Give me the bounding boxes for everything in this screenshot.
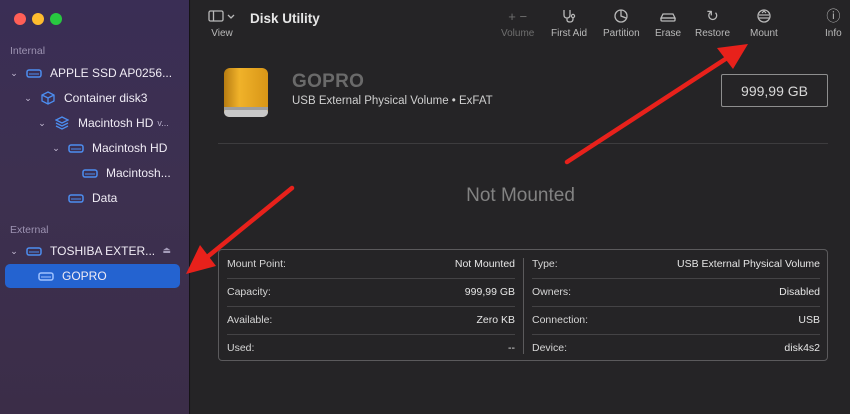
info-row-connection: Connection: USB xyxy=(532,306,820,334)
volume-subtitle: USB External Physical Volume • ExFAT xyxy=(292,95,493,107)
restore-icon: ↻ xyxy=(706,8,719,25)
chevron-down-icon[interactable]: ⌄ xyxy=(36,118,48,129)
sidebar-item-label: Macintosh... xyxy=(106,166,171,180)
sidebar-item-extra: v... xyxy=(157,118,169,128)
sidebar: Internal ⌄ APPLE SSD AP0256... ⌄ Contain… xyxy=(0,0,190,414)
volume-group-icon xyxy=(54,116,70,130)
restore-label: Restore xyxy=(695,28,731,39)
volume-name: GOPRO xyxy=(292,71,365,92)
container-icon xyxy=(40,91,56,105)
volume-info-table: Mount Point: Not Mounted Capacity: 999,9… xyxy=(218,249,828,361)
info-row-device: Device: disk4s2 xyxy=(532,334,820,362)
sidebar-item-macintosh-hd[interactable]: ⌄ Macintosh HD xyxy=(50,137,186,159)
divider xyxy=(218,143,828,144)
stethoscope-icon xyxy=(561,6,577,26)
sidebar-item-container-disk3[interactable]: ⌄ Container disk3 xyxy=(22,87,184,109)
info-icon: ⓘ xyxy=(826,8,841,24)
erase-icon xyxy=(659,6,677,26)
info-value: 999,99 GB xyxy=(464,286,515,298)
chevron-down-icon[interactable]: ⌄ xyxy=(22,93,34,104)
chevron-down-icon[interactable]: ⌄ xyxy=(8,68,20,79)
info-row-mount-point: Mount Point: Not Mounted xyxy=(227,250,515,278)
volume-label: Volume xyxy=(501,28,535,39)
first-aid-label: First Aid xyxy=(551,28,588,39)
info-value: USB xyxy=(798,314,820,326)
info-label: Info xyxy=(825,28,842,39)
volume-icon xyxy=(68,141,84,155)
partition-button[interactable]: Partition xyxy=(603,6,640,39)
internal-drive-icon xyxy=(26,66,42,80)
view-button[interactable]: View xyxy=(208,6,236,39)
info-key: Type: xyxy=(532,258,558,270)
info-key: Available: xyxy=(227,314,273,326)
sidebar-item-label: TOSHIBA EXTER... xyxy=(50,244,156,258)
info-row-used: Used: -- xyxy=(227,334,515,362)
chevron-down-icon[interactable]: ⌄ xyxy=(50,143,62,154)
external-drive-icon xyxy=(221,67,271,119)
sidebar-item-gopro[interactable]: GOPRO xyxy=(5,264,180,288)
pie-chart-icon xyxy=(613,6,629,26)
section-label-external: External xyxy=(10,224,49,236)
volume-button[interactable]: + − Volume xyxy=(501,6,535,40)
toolbar: View Disk Utility + − Volume First Aid P… xyxy=(191,0,850,48)
minimize-window-button[interactable] xyxy=(32,13,44,25)
erase-label: Erase xyxy=(655,28,682,39)
info-row-capacity: Capacity: 999,99 GB xyxy=(227,278,515,306)
info-key: Owners: xyxy=(532,286,572,298)
add-remove-icon: + − xyxy=(508,8,528,24)
mount-icon xyxy=(756,6,772,26)
sidebar-item-macintosh-hd-group[interactable]: ⌄ Macintosh HD v... xyxy=(36,112,186,134)
info-row-available: Available: Zero KB xyxy=(227,306,515,334)
sidebar-item-macintosh-snapshot[interactable]: Macintosh... xyxy=(82,162,186,184)
external-drive-icon xyxy=(26,244,42,258)
info-key: Mount Point: xyxy=(227,258,286,270)
info-key: Device: xyxy=(532,342,568,354)
sidebar-item-label: Macintosh HD xyxy=(92,141,168,155)
info-button[interactable]: ⓘ Info xyxy=(825,6,842,39)
volume-icon xyxy=(68,191,84,205)
app-title: Disk Utility xyxy=(250,11,320,26)
erase-button[interactable]: Erase xyxy=(655,6,681,39)
info-row-owners: Owners: Disabled xyxy=(532,278,820,306)
info-key: Used: xyxy=(227,342,255,354)
info-key: Connection: xyxy=(532,314,589,326)
sidebar-item-apple-ssd[interactable]: ⌄ APPLE SSD AP0256... xyxy=(8,62,184,84)
main-pane: View Disk Utility + − Volume First Aid P… xyxy=(191,0,850,414)
info-value: -- xyxy=(508,342,515,354)
close-window-button[interactable] xyxy=(14,13,26,25)
sidebar-item-label: Macintosh HD xyxy=(78,116,154,130)
zoom-window-button[interactable] xyxy=(50,13,62,25)
restore-button[interactable]: ↻ Restore xyxy=(695,6,730,39)
sidebar-item-label: GOPRO xyxy=(62,269,107,283)
view-label: View xyxy=(211,28,233,39)
first-aid-button[interactable]: First Aid xyxy=(551,6,587,39)
info-value: Disabled xyxy=(779,286,820,298)
info-value: Not Mounted xyxy=(454,258,515,270)
info-value: disk4s2 xyxy=(784,342,820,354)
sidebar-item-label: Data xyxy=(92,191,118,205)
partition-label: Partition xyxy=(603,28,640,39)
sidebar-item-toshiba[interactable]: ⌄ TOSHIBA EXTER... xyxy=(8,240,184,262)
info-row-type: Type: USB External Physical Volume xyxy=(532,250,820,278)
section-label-internal: Internal xyxy=(10,45,46,57)
volume-size-badge: 999,99 GB xyxy=(721,74,828,107)
eject-icon[interactable]: ⏏ xyxy=(162,245,171,256)
info-value: Zero KB xyxy=(476,314,515,326)
volume-icon xyxy=(82,166,98,180)
mount-status: Not Mounted xyxy=(466,185,575,206)
mount-button[interactable]: Mount xyxy=(750,6,778,39)
chevron-down-icon[interactable]: ⌄ xyxy=(8,246,20,257)
sidebar-item-label: Container disk3 xyxy=(64,91,148,105)
sidebar-toggle-icon xyxy=(208,6,236,26)
mount-label: Mount xyxy=(750,28,778,39)
sidebar-item-label: APPLE SSD AP0256... xyxy=(50,66,173,80)
info-column-right: Type: USB External Physical Volume Owner… xyxy=(524,250,828,360)
sidebar-item-data[interactable]: Data xyxy=(68,187,186,209)
volume-icon xyxy=(38,269,54,283)
info-value: USB External Physical Volume xyxy=(677,258,820,270)
info-key: Capacity: xyxy=(227,286,271,298)
info-column-left: Mount Point: Not Mounted Capacity: 999,9… xyxy=(219,250,523,360)
